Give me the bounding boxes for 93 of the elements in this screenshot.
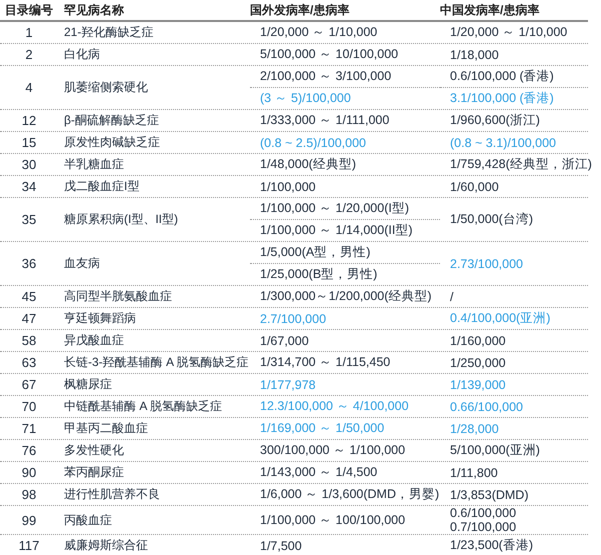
table-cell-text: 1/333,000 ～ 1/111,000 xyxy=(259,112,390,129)
table-cell-text: (0.8 ~ 2.5)/100,000 xyxy=(259,134,367,152)
table-cell-text: 2.73/100,000 xyxy=(449,256,524,272)
table-cell-text: 1/6,000 ～ 1/3,600(DMD，男婴) xyxy=(259,486,440,503)
table-cell-text: 35 xyxy=(20,211,38,229)
table-cell-text: 90 xyxy=(20,464,38,482)
table-cell-text: 1/67,000 xyxy=(259,332,310,350)
table-cell-text: 枫糖尿症 xyxy=(63,376,113,393)
table-cell-text: 白化病 xyxy=(63,46,101,63)
table-cell-text: 0.7/100,000 xyxy=(449,520,518,534)
table-cell-text: 15 xyxy=(20,134,38,152)
table-cell-text: 1/48,000(经典型) xyxy=(259,156,357,173)
table-cell-text: 1/100,000 xyxy=(259,178,317,196)
table-cell-text: 1/177,978 xyxy=(259,376,317,394)
table-cell-text: 原发性肉碱缺乏症 xyxy=(63,134,161,151)
table-cell-text: 1/20,000 ～ 1/10,000 xyxy=(259,24,378,41)
table-cell-text: 1/100,000 ～ 1/20,000(I型) xyxy=(259,200,410,217)
table-cell-text: 2.7/100,000 xyxy=(259,310,328,328)
table-cell-text: 异戊酸血症 xyxy=(63,332,125,349)
table-cell-text: 1/11,800 xyxy=(449,464,499,482)
table-cell-text: 34 xyxy=(20,178,38,196)
table-cell-text: 1/100,000 ～ 100/100,000 xyxy=(259,512,406,528)
table-cell-text: 67 xyxy=(20,376,38,394)
table-cell-text: 1/50,000(台湾) xyxy=(449,211,534,228)
table-cell-text: 5/100,000 ～ 10/100,000 xyxy=(259,46,400,63)
table-cell-text: 70 xyxy=(20,398,38,416)
table-cell-text: 威廉姆斯综合征 xyxy=(63,537,149,554)
table-cell-text: 1/18,000 xyxy=(449,46,500,64)
table-cell: 1/25,000(B型，男性) xyxy=(250,263,440,285)
table-cell-text: 63 xyxy=(20,354,38,372)
table-cell-text: 45 xyxy=(20,288,38,306)
column-header: 国外发病率/患病率 xyxy=(250,2,350,18)
table-cell-text: β-酮硫解酶缺乏症 xyxy=(63,112,160,129)
table-cell: 1/100,000 ～ 1/14,000(II型) xyxy=(250,219,440,241)
table-cell-text: 76 xyxy=(20,442,38,460)
table-cell-text: / xyxy=(449,288,454,306)
table-cell-text: 1/250,000 xyxy=(449,354,507,372)
table-cell-text: 苯丙酮尿症 xyxy=(63,464,125,481)
table-cell-text: (0.8 ~ 3.1)/100,000 xyxy=(449,134,557,152)
table-cell: 3.1/100,000 (香港) xyxy=(440,87,588,109)
table-cell-text: 71 xyxy=(20,420,38,438)
table-cell-text: 99 xyxy=(20,512,38,530)
table-cell-text: 1/160,000 xyxy=(449,332,507,350)
table-cell-text: 300/100,000 ～ 1/100,000 xyxy=(259,442,406,459)
table-cell-text: 36 xyxy=(20,255,38,273)
table-cell: (3 ～ 5)/100,000 xyxy=(250,87,440,109)
table-cell-text: 117 xyxy=(18,537,40,555)
table-cell-text: 进行性肌营养不良 xyxy=(63,486,161,503)
table-cell-text: 1/143,000 ～ 1/4,500 xyxy=(259,464,378,481)
column-header: 中国发病率/患病率 xyxy=(440,2,540,18)
table-cell-text: 血友病 xyxy=(63,255,101,272)
table-cell-text: 98 xyxy=(20,486,38,504)
table-cell-text: 糖原累积病(I型、II型) xyxy=(63,211,179,228)
column-header: 罕见病名称 xyxy=(63,2,125,18)
table-cell-text: 多发性硬化 xyxy=(63,442,125,459)
table-cell-text: 甲基丙二酸血症 xyxy=(63,420,149,437)
table-cell-text: 4 xyxy=(24,79,34,97)
table-cell-text: 12 xyxy=(20,112,38,130)
table-cell-text: 1/300,000～1/200,000(经典型) xyxy=(259,288,433,305)
table-cell-text: 2 xyxy=(24,46,34,64)
table-cell-text: 1/960,600(浙江) xyxy=(449,112,541,129)
table-cell-text: 1/60,000 xyxy=(449,178,500,196)
table-cell-text: 0.66/100,000 xyxy=(449,398,524,416)
table-cell-text: 丙酸血症 xyxy=(63,512,113,528)
table-cell-text: 1/23,500(香港) xyxy=(449,537,534,554)
table-cell-text: 5/100,000(亚洲) xyxy=(449,442,541,459)
table-cell-text: 1/7,500 xyxy=(259,538,303,554)
table-cell-text: 58 xyxy=(20,332,38,350)
table-cell-text: 1/139,000 xyxy=(449,376,507,394)
table-cell-text: 1/314,700 ～ 1/115,450 xyxy=(259,354,392,371)
table-cell-text: 1/28,000 xyxy=(449,420,500,438)
table-cell-text: 2/100,000 ～ 3/100,000 xyxy=(259,68,392,85)
table-cell-text: 1/759,428(经典型，浙江) xyxy=(449,156,592,173)
table-cell-text: 12.3/100,000 ～ 4/100,000 xyxy=(259,398,410,415)
column-header: 目录编号 xyxy=(4,2,54,18)
table-cell-text: 0.6/100,000 xyxy=(449,506,518,520)
table-cell-text: 1/20,000 ～ 1/10,000 xyxy=(449,24,568,41)
table-cell-text: 0.4/100,000(亚洲) xyxy=(449,310,552,327)
table-cell-text: 30 xyxy=(20,156,38,174)
table-cell-text: 21-羟化酶缺乏症 xyxy=(63,24,154,41)
table-cell-text: 肌萎缩侧索硬化 xyxy=(63,79,149,96)
table-cell-text: 高同型半胱氨酸血症 xyxy=(63,288,173,305)
table-cell-text: 1/3,853(DMD) xyxy=(449,486,530,504)
table-cell-text: 1/169,000 ～ 1/50,000 xyxy=(259,420,386,437)
table-cell-text: 0.6/100,000 (香港) xyxy=(449,68,555,85)
table-cell-text: 戊二酸血症I型 xyxy=(63,178,140,195)
table-cell-text: 中链酰基辅酶 A 脱氢酶缺乏症 xyxy=(63,398,224,415)
table-cell-text: 1/5,000(A型，男性) xyxy=(259,244,372,261)
table-cell-text: 亨廷顿舞蹈病 xyxy=(63,310,137,327)
table-cell-text: 半乳糖血症 xyxy=(63,156,125,173)
table-cell-text: 1 xyxy=(24,24,34,42)
table-cell-text: 47 xyxy=(20,310,38,328)
table-cell-text: 长链-3-羟酰基辅酶 A 脱氢酶缺乏症 xyxy=(63,354,250,371)
